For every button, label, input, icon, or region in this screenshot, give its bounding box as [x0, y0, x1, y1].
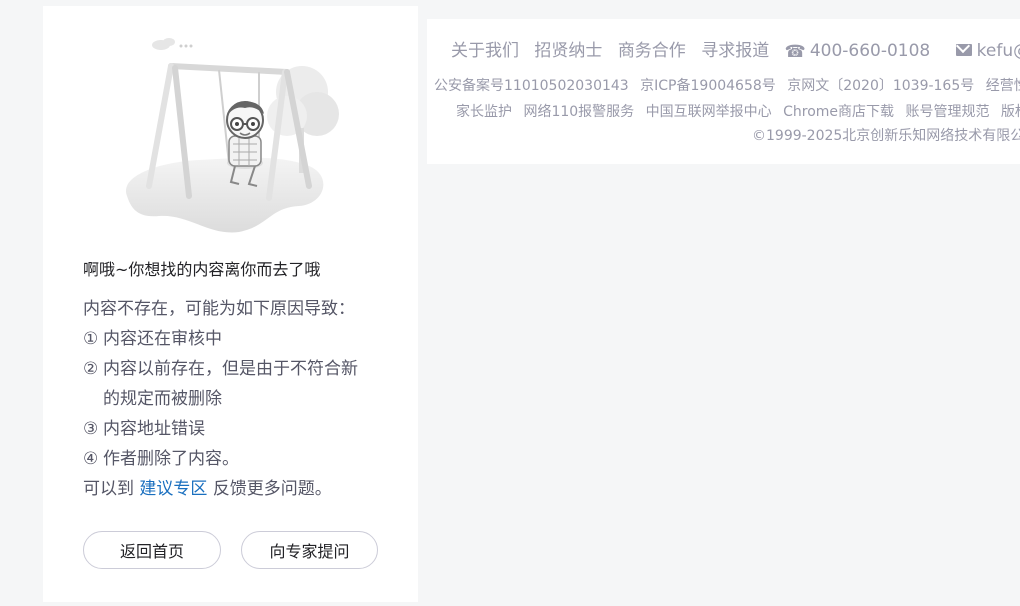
- footer-phone[interactable]: ☎ 400-660-0108: [784, 41, 941, 62]
- footer-link-press[interactable]: 寻求报道: [701, 41, 769, 61]
- footer-email[interactable]: kefu@csdn.net: [955, 41, 1020, 61]
- error-card: 啊哦~你想找的内容离你而去了哦 内容不存在，可能为如下原因导致： ① 内容还在审核…: [43, 6, 418, 602]
- mail-icon: [955, 44, 972, 56]
- swing-illustration: [125, 38, 339, 233]
- footer-link-copyright[interactable]: 版权与免责声明: [1001, 104, 1020, 120]
- footer-link-about[interactable]: 关于我们: [451, 41, 519, 61]
- site-footer: 关于我们 招贤纳士 商务合作 寻求报道 ☎400-660-0108 kefu@c…: [427, 19, 1020, 164]
- footer-link-icp[interactable]: 京ICP备19004658号: [640, 78, 776, 94]
- footer-link-business[interactable]: 商务合作: [618, 41, 686, 61]
- footer-link-police-record[interactable]: 公安备案号11010502030143: [434, 78, 629, 94]
- reason-list: 内容不存在，可能为如下原因导致： ① 内容还在审核中 ② 内容以前存在，但是由于不符…: [83, 294, 383, 504]
- reason-text: 作者删除了内容。: [103, 449, 239, 469]
- error-title: 啊哦~你想找的内容离你而去了哦: [83, 260, 321, 279]
- reason-text: 内容以前存在，但是由于不符合新: [103, 359, 358, 379]
- footer-link-network-culture[interactable]: 京网文〔2020〕1039-165号: [787, 78, 974, 94]
- reason-item-continued: 的规定而被删除: [83, 384, 383, 414]
- suggestion-zone-link[interactable]: 建议专区: [139, 479, 207, 499]
- reason-intro: 内容不存在，可能为如下原因导致：: [83, 299, 355, 319]
- back-home-button[interactable]: 返回首页: [83, 531, 221, 569]
- footer-link-account-rules[interactable]: 账号管理规范: [905, 104, 989, 120]
- footer-link-business-record[interactable]: 经营性网站备案信息: [986, 78, 1020, 94]
- footer-link-report-center[interactable]: 中国互联网举报中心: [646, 104, 772, 120]
- footer-link-parental[interactable]: 家长监护: [456, 104, 512, 120]
- reason-number: ①: [83, 329, 99, 349]
- reason-text: 内容还在审核中: [103, 329, 222, 349]
- reason-text: 的规定而被删除: [103, 389, 222, 409]
- reason-item: ③ 内容地址错误: [83, 414, 383, 444]
- footer-link-chrome-store[interactable]: Chrome商店下载: [783, 104, 894, 120]
- email-address: kefu@csdn.net: [976, 41, 1020, 61]
- feedback-suffix: 反馈更多问题。: [212, 479, 332, 499]
- page: 啊哦~你想找的内容离你而去了哦 内容不存在，可能为如下原因导致： ① 内容还在审核…: [0, 0, 1020, 606]
- footer-license-links: 公安备案号11010502030143 京ICP备19004658号 京网文〔2…: [434, 75, 1020, 95]
- feedback-line: 可以到 建议专区 反馈更多问题。: [83, 474, 383, 504]
- feedback-prefix: 可以到: [83, 479, 134, 499]
- reason-text: 内容地址错误: [103, 419, 205, 439]
- reason-item: ① 内容还在审核中: [83, 324, 383, 354]
- footer-link-police-110[interactable]: 网络110报警服务: [523, 104, 634, 120]
- reason-number: ③: [83, 419, 99, 439]
- footer-copyright: ©1999-2025北京创新乐知网络技术有限公司: [752, 128, 1020, 144]
- reason-item: ④ 作者删除了内容。: [83, 444, 383, 474]
- reason-item: ② 内容以前存在，但是由于不符合新: [83, 354, 383, 384]
- reason-number: ④: [83, 449, 99, 469]
- ask-expert-button[interactable]: 向专家提问: [241, 531, 378, 569]
- footer-link-jobs[interactable]: 招贤纳士: [534, 41, 602, 61]
- phone-number: 400-660-0108: [809, 41, 931, 61]
- footer-main-links: 关于我们 招贤纳士 商务合作 寻求报道 ☎400-660-0108 kefu@c…: [451, 36, 1020, 62]
- phone-icon: ☎: [784, 42, 806, 62]
- footer-service-links: 家长监护 网络110报警服务 中国互联网举报中心 Chrome商店下载 账号管理…: [456, 101, 1020, 121]
- reason-number: ②: [83, 359, 99, 379]
